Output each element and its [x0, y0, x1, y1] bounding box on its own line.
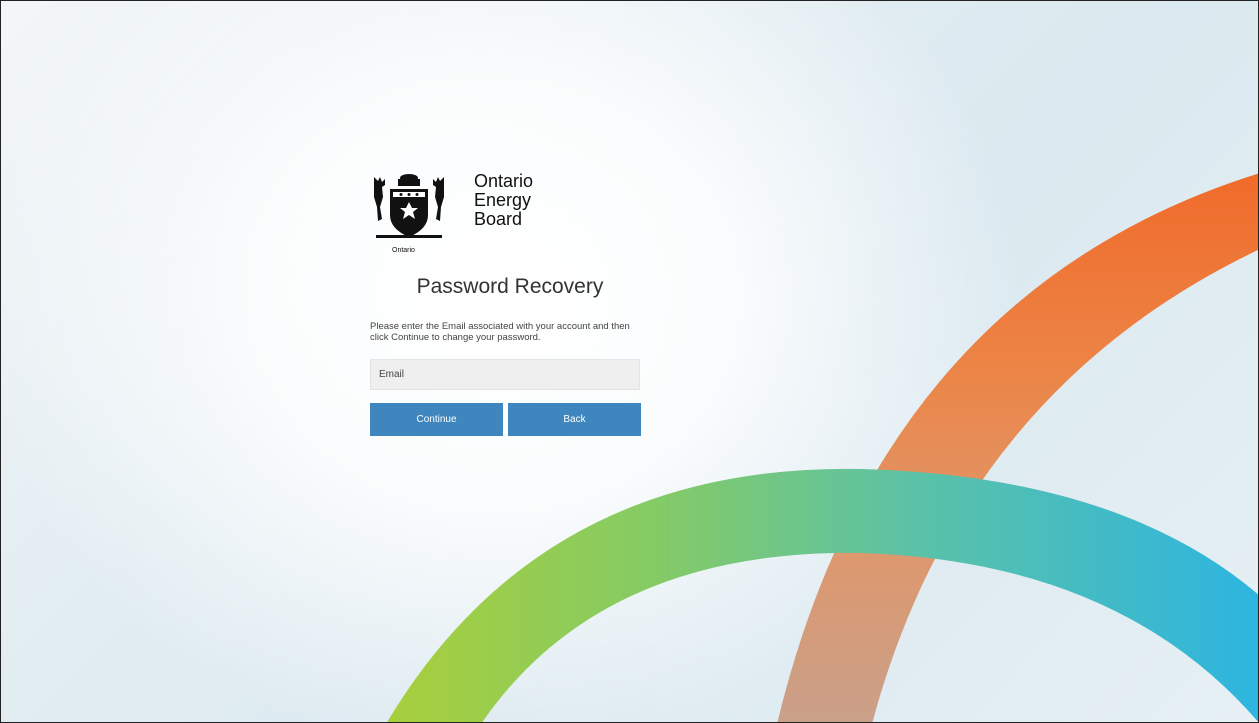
crest-caption: Ontario [392, 247, 415, 254]
brand-header: Ontario Ontario Energy Board [370, 169, 642, 261]
organization-name-line-2: Energy [474, 190, 532, 210]
crest-graphic [374, 174, 444, 238]
page-title: Password Recovery [416, 275, 604, 298]
organization-name-line-1: Ontario [474, 171, 534, 191]
action-buttons: Continue Back [370, 403, 642, 436]
email-field[interactable] [370, 359, 640, 390]
organization-name: Ontario Energy Board [474, 172, 533, 229]
page-frame: Ontario Ontario Energy Board Password Re… [0, 0, 1259, 723]
instructions-text: Please enter the Email associated with y… [370, 321, 630, 343]
back-button[interactable]: Back [508, 403, 641, 436]
organization-name-line-3: Board [474, 209, 523, 229]
password-recovery-card: Ontario Ontario Energy Board Password Re… [370, 169, 642, 436]
coat-of-arms-icon: Ontario [370, 169, 460, 261]
continue-button[interactable]: Continue [370, 403, 503, 436]
